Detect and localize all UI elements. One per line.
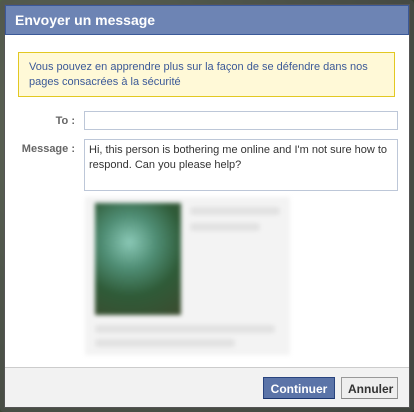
attachment-thumbnail [95, 203, 181, 315]
blurred-text-line [95, 339, 235, 347]
continue-button[interactable]: Continuer [263, 377, 335, 399]
blurred-text-line [95, 325, 275, 333]
dialog-shadow-frame: Envoyer un message Vous pouvez en appren… [0, 0, 414, 412]
send-message-dialog: Envoyer un message Vous pouvez en appren… [4, 4, 410, 408]
blurred-text-line [190, 223, 260, 231]
blurred-text-line [190, 207, 280, 215]
cancel-button[interactable]: Annuler [341, 377, 398, 399]
dialog-footer: Continuer Annuler [5, 367, 409, 407]
message-field[interactable]: Hi, this person is bothering me online a… [84, 139, 398, 191]
to-label: To : [55, 115, 75, 127]
dialog-title: Envoyer un message [5, 5, 409, 35]
message-label: Message : [21, 143, 75, 155]
to-field[interactable] [84, 111, 398, 130]
safety-notice: Vous pouvez en apprendre plus sur la faç… [18, 52, 395, 97]
attached-content-preview [85, 197, 290, 355]
